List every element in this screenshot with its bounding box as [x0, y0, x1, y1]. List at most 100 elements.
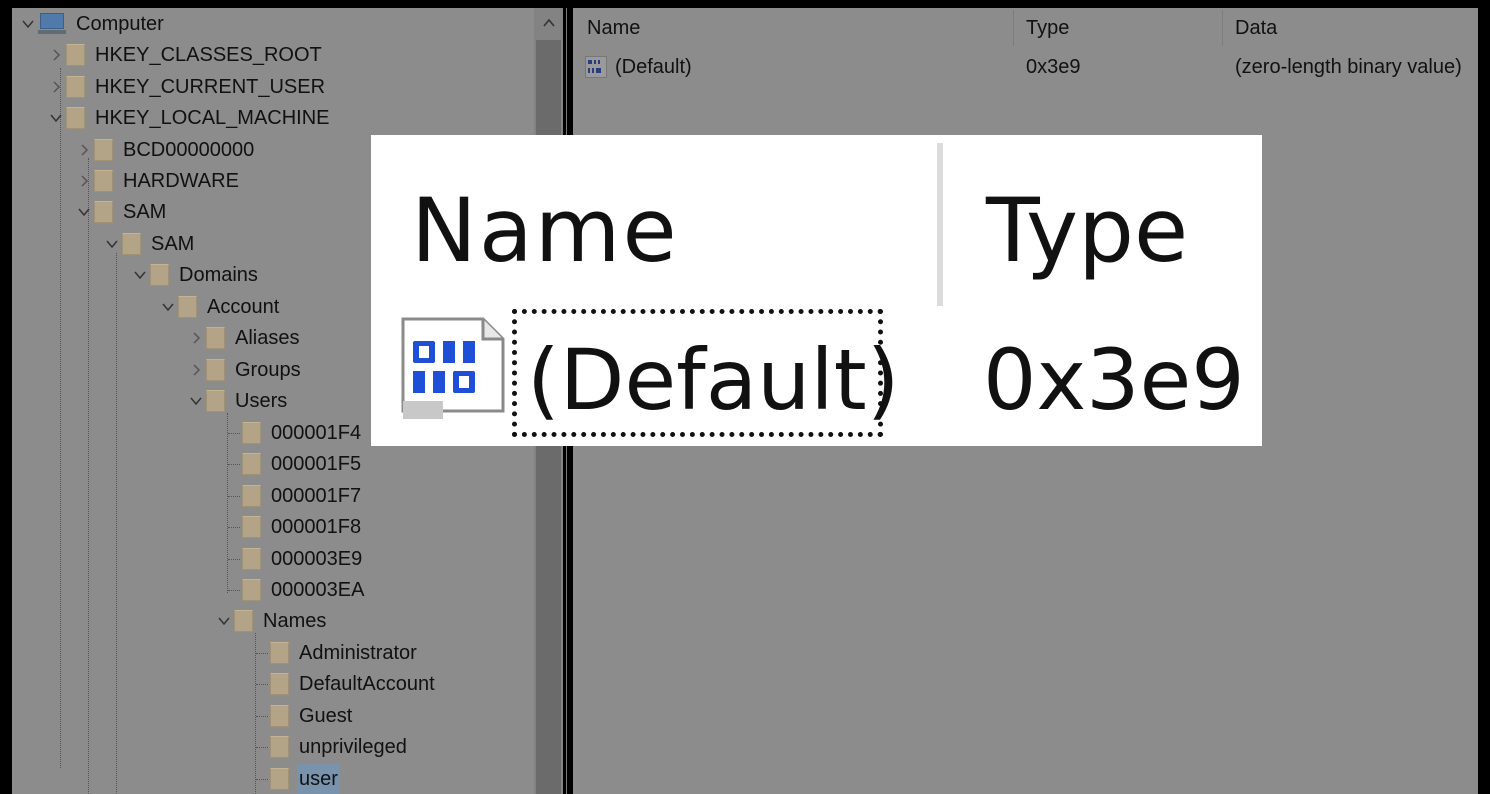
chevron-right-icon[interactable]: [186, 323, 206, 353]
tree-node-aliases[interactable]: Aliases: [186, 323, 301, 353]
scroll-up-icon[interactable]: [534, 8, 563, 38]
tree-connector-line: [228, 559, 240, 560]
folder-icon: [242, 485, 261, 507]
tree-label: HARDWARE: [123, 170, 239, 192]
tree-label: HKEY_CURRENT_USER: [95, 76, 326, 98]
chevron-down-icon[interactable]: [18, 9, 38, 39]
chevron-right-icon[interactable]: [46, 72, 66, 102]
folder-icon: [270, 705, 289, 727]
zoom-value-type: 0x3e9: [983, 331, 1245, 429]
tree-label: SAM: [151, 233, 195, 255]
zoom-column-header-type: Type: [986, 179, 1189, 282]
folder-icon: [242, 422, 261, 444]
tree-label: DefaultAccount: [299, 673, 435, 695]
tree-label: HKEY_CLASSES_ROOT: [95, 44, 322, 66]
tree-node-computer[interactable]: Computer: [18, 9, 166, 39]
chevron-down-icon[interactable]: [214, 606, 234, 636]
folder-icon: [234, 610, 253, 632]
column-header-name[interactable]: Name: [587, 8, 640, 48]
tree-label: Computer: [76, 13, 164, 35]
column-divider[interactable]: [1222, 10, 1223, 46]
chevron-down-icon[interactable]: [130, 260, 150, 290]
computer-icon: [38, 13, 66, 35]
chevron-down-icon[interactable]: [102, 229, 122, 259]
tree-node-rid[interactable]: 000001F5: [242, 449, 363, 479]
column-header-data[interactable]: Data: [1235, 8, 1277, 48]
tree-label: Aliases: [235, 327, 300, 349]
tree-connector-line: [256, 716, 268, 717]
value-name-cell[interactable]: (Default): [615, 52, 692, 82]
tree-node-hkey-classes-root[interactable]: HKEY_CLASSES_ROOT: [46, 40, 324, 70]
tree-label: Domains: [179, 264, 258, 286]
folder-icon: [150, 264, 169, 286]
tree-node-groups[interactable]: Groups: [186, 355, 303, 385]
tree-connector-line: [256, 653, 268, 654]
tree-node-domains[interactable]: Domains: [130, 260, 260, 290]
folder-icon: [270, 642, 289, 664]
tree-node-name-entry[interactable]: Guest: [270, 701, 354, 731]
tree-node-hkey-current-user[interactable]: HKEY_CURRENT_USER: [46, 72, 327, 102]
tree-label: unprivileged: [299, 736, 407, 758]
column-divider[interactable]: [1013, 10, 1014, 46]
tree-connector-line: [88, 158, 89, 794]
zoom-column-header-name: Name: [411, 179, 679, 282]
folder-icon: [94, 170, 113, 192]
column-header-type[interactable]: Type: [1026, 8, 1069, 48]
tree-label: 000001F5: [271, 453, 362, 475]
folder-icon: [242, 548, 261, 570]
folder-icon: [178, 296, 197, 318]
tree-node-name-entry[interactable]: DefaultAccount: [270, 669, 437, 699]
tree-node-name-entry[interactable]: unprivileged: [270, 732, 409, 762]
tree-connector-line: [256, 684, 268, 685]
tree-label: Groups: [235, 359, 301, 381]
tree-connector-line: [116, 253, 117, 794]
tree-label: BCD00000000: [123, 139, 255, 161]
tree-node-rid[interactable]: 000003E9: [242, 544, 364, 574]
tree-connector-line: [227, 413, 228, 593]
value-type-cell: 0x3e9: [1026, 56, 1081, 78]
binary-value-icon: [585, 56, 607, 78]
tree-node-sam[interactable]: SAM: [74, 197, 168, 227]
tree-label: HKEY_LOCAL_MACHINE: [95, 107, 330, 129]
tree-node-rid[interactable]: 000001F8: [242, 512, 363, 542]
chevron-down-icon[interactable]: [186, 386, 206, 416]
tree-label: Administrator: [299, 642, 417, 664]
chevron-right-icon[interactable]: [74, 135, 94, 165]
tree-node-hkey-local-machine[interactable]: HKEY_LOCAL_MACHINE: [46, 103, 332, 133]
tree-label: Names: [263, 610, 327, 632]
tree-label: SAM: [123, 201, 167, 223]
folder-icon: [66, 107, 85, 129]
folder-icon: [66, 44, 85, 66]
zoom-callout: Name Type (Default) 0x3e9: [371, 135, 1262, 446]
tree-node-rid[interactable]: 000001F7: [242, 481, 363, 511]
chevron-down-icon[interactable]: [46, 103, 66, 133]
chevron-right-icon[interactable]: [186, 355, 206, 385]
tree-connector-line: [256, 779, 268, 780]
tree-connector-line: [228, 590, 240, 591]
tree-node-rid[interactable]: 000001F4: [242, 418, 363, 448]
folder-icon: [206, 327, 225, 349]
chevron-down-icon[interactable]: [74, 197, 94, 227]
chevron-right-icon[interactable]: [46, 40, 66, 70]
tree-node-name-entry-selected[interactable]: user: [270, 764, 340, 794]
folder-icon: [242, 516, 261, 538]
tree-connector-line: [256, 747, 268, 748]
chevron-down-icon[interactable]: [158, 292, 178, 322]
tree-node-sam-sub[interactable]: SAM: [102, 229, 196, 259]
chevron-right-icon[interactable]: [74, 166, 94, 196]
tree-node-hardware[interactable]: HARDWARE: [74, 166, 241, 196]
tree-node-names[interactable]: Names: [214, 606, 328, 636]
tree-label: 000003E9: [271, 548, 363, 570]
tree-node-bcd[interactable]: BCD00000000: [74, 135, 256, 165]
tree-node-name-entry[interactable]: Administrator: [270, 638, 419, 668]
zoom-column-divider: [937, 143, 943, 306]
tree-label: 000001F7: [271, 485, 362, 507]
binary-value-icon: [401, 317, 505, 419]
tree-node-users[interactable]: Users: [186, 386, 289, 416]
folder-icon: [270, 673, 289, 695]
tree-node-account[interactable]: Account: [158, 292, 281, 322]
tree-label: user: [297, 764, 340, 794]
value-data-cell: (zero-length binary value): [1235, 56, 1462, 78]
tree-node-rid[interactable]: 000003EA: [242, 575, 366, 605]
folder-icon: [94, 139, 113, 161]
